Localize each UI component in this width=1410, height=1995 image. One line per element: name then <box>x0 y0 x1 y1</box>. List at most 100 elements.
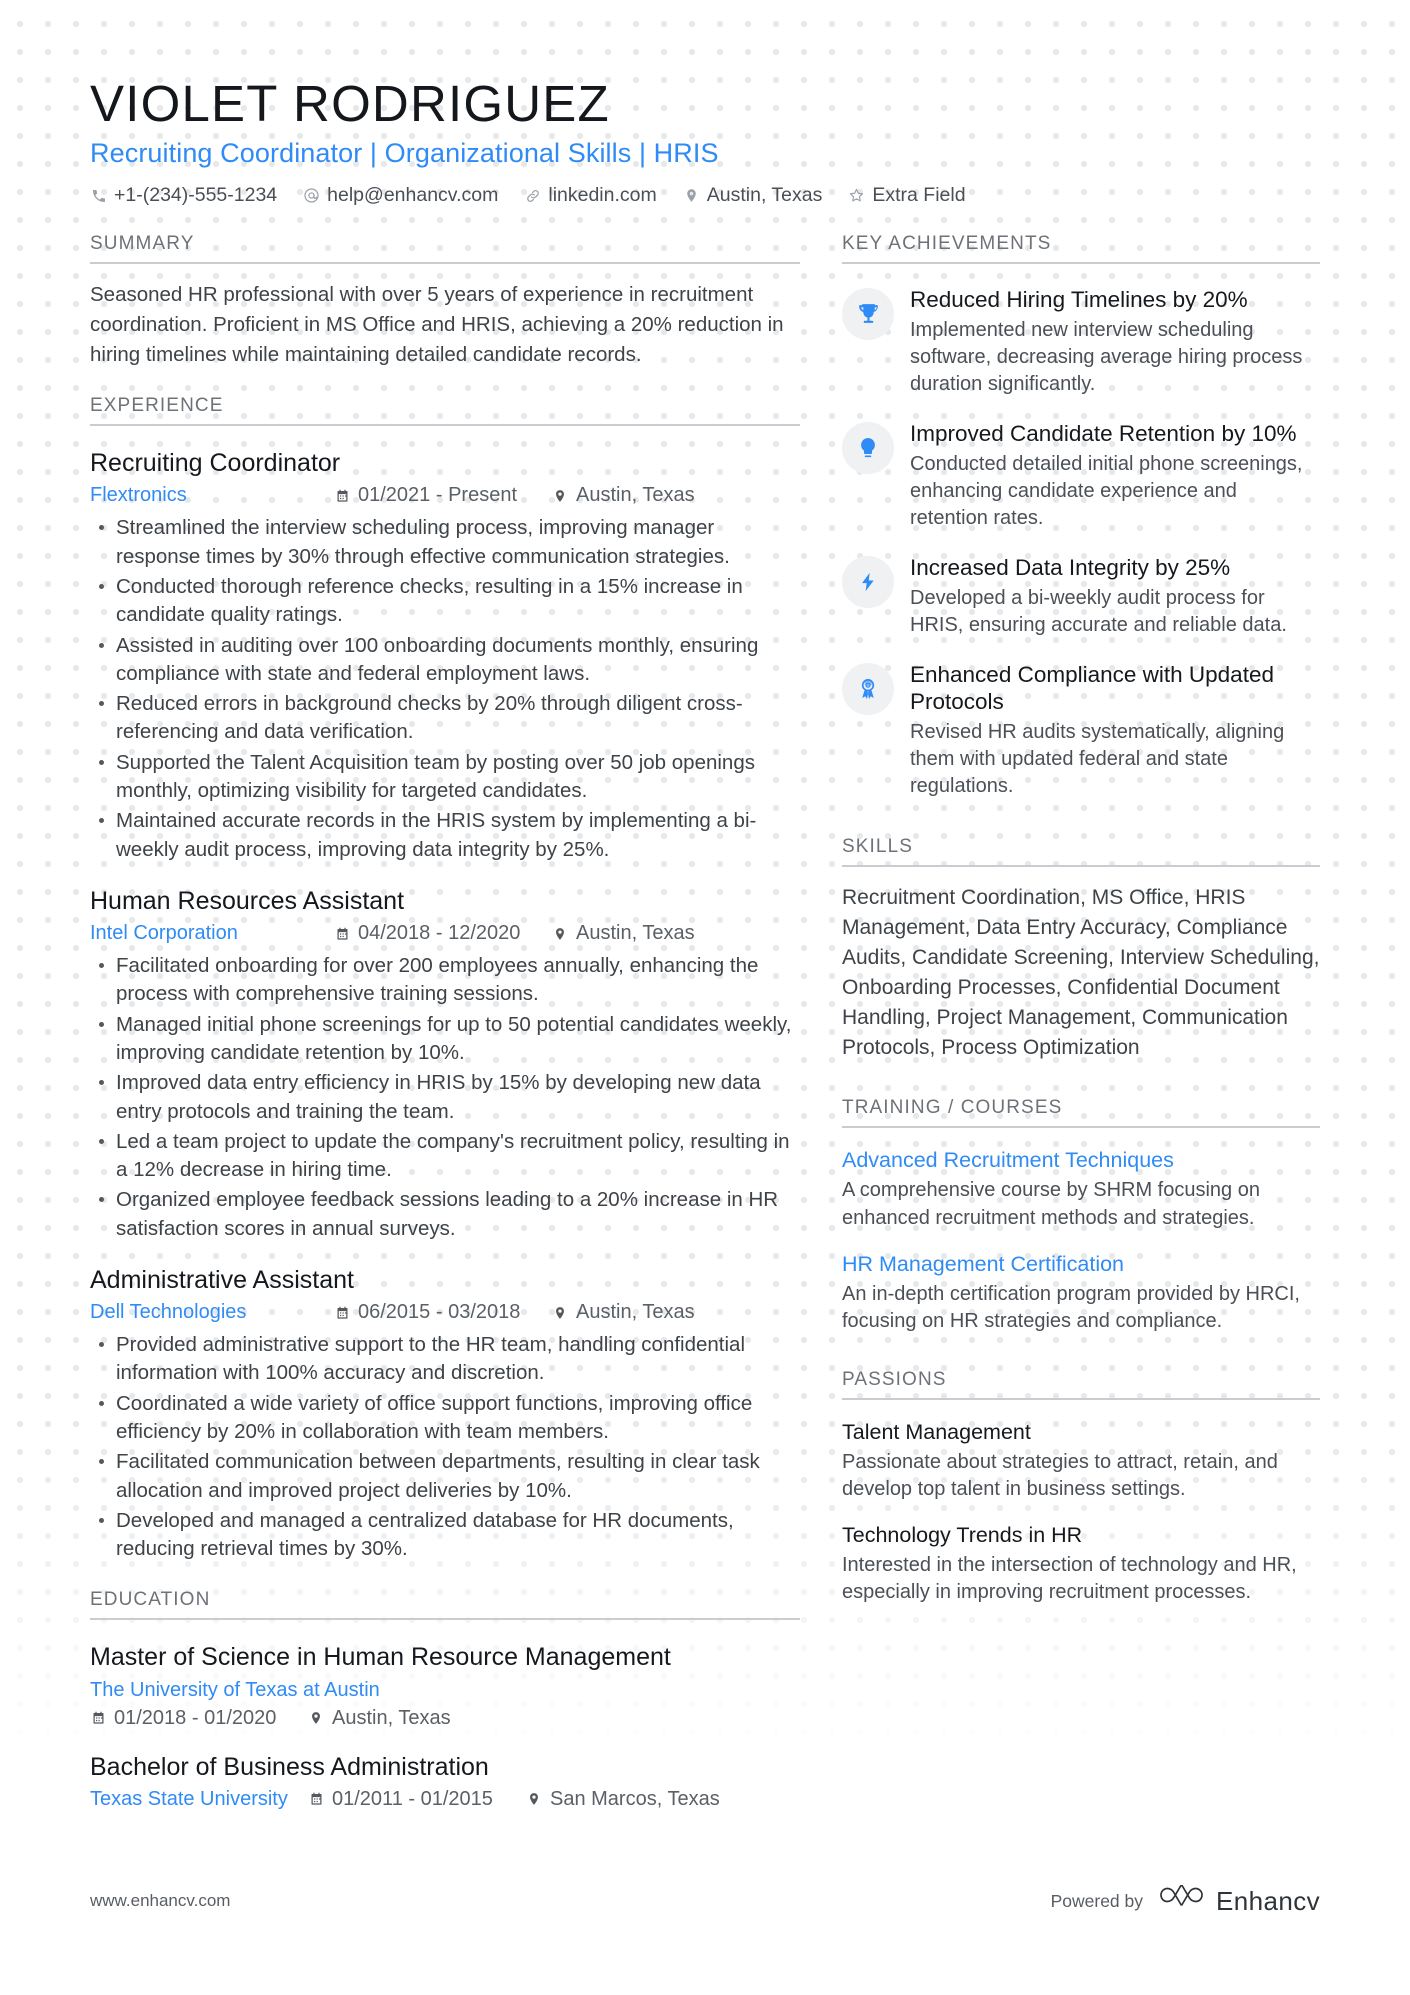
candidate-name: VIOLET RODRIGUEZ <box>90 75 610 132</box>
location-icon <box>552 1304 568 1321</box>
passion-title: Talent Management <box>842 1420 1031 1445</box>
contact-email-text: help@enhancv.com <box>327 184 499 207</box>
bullet-item: Provided administrative support to the H… <box>90 1331 800 1388</box>
email-icon <box>303 187 320 204</box>
contact-location[interactable]: Austin, Texas <box>683 184 823 207</box>
section-education: EDUCATION Master of Science in Human Res… <box>90 1589 800 1811</box>
section-key-achievements: KEY ACHIEVEMENTS Reduced Hiring Timeline… <box>842 233 1320 800</box>
skills-text: Recruitment Coordination, MS Office, HRI… <box>842 886 1320 1060</box>
experience-entry: Recruiting Coordinator Flextronics 01/20… <box>90 448 800 864</box>
contact-location-text: Austin, Texas <box>706 184 823 207</box>
section-skills: SKILLS Recruitment Coordination, MS Offi… <box>842 836 1320 1063</box>
degree-title: Bachelor of Business Administration <box>90 1752 489 1781</box>
job-dates: 04/2018 - 12/2020 <box>334 922 552 945</box>
footer-branding: Powered by Enhancv <box>1050 1884 1320 1917</box>
education-dates: 01/2018 - 01/2020 <box>90 1707 308 1730</box>
summary-text: Seasoned HR professional with over 5 yea… <box>90 283 784 366</box>
passions-section-title: PASSIONS <box>842 1369 947 1391</box>
experience-entry: Human Resources Assistant Intel Corporat… <box>90 886 800 1243</box>
lightbulb-icon <box>842 422 894 475</box>
trophy-icon <box>842 288 894 341</box>
achievement-body: Enhanced Compliance with Updated Protoco… <box>910 661 1320 800</box>
contact-link[interactable]: linkedin.com <box>524 184 657 207</box>
job-location-text: Austin, Texas <box>576 484 695 507</box>
job-bullets: Provided administrative support to the H… <box>90 1331 800 1563</box>
education-entry: Bachelor of Business Administration Texa… <box>90 1752 800 1811</box>
education-location: San Marcos, Texas <box>526 1788 720 1811</box>
training-description: An in-depth certification program provid… <box>842 1282 1300 1332</box>
training-title[interactable]: HR Management Certification <box>842 1251 1320 1279</box>
summary-divider <box>90 262 800 265</box>
achievement-description: Revised HR audits systematically, aligni… <box>910 720 1285 798</box>
company-name[interactable]: Intel Corporation <box>90 922 334 945</box>
contact-phone[interactable]: +1-(234)-555-1234 <box>90 184 277 207</box>
job-location: Austin, Texas <box>552 484 695 507</box>
education-meta: Texas State University 01/2011 - 01/2015 <box>90 1788 800 1811</box>
job-meta: Intel Corporation 04/2018 - 12/2020 Aust… <box>90 922 800 945</box>
job-location: Austin, Texas <box>552 922 695 945</box>
enhancv-brand[interactable]: Enhancv <box>1159 1884 1320 1917</box>
skills-section-title: SKILLS <box>842 836 914 858</box>
bullet-item: Developed and managed a centralized data… <box>90 1507 800 1564</box>
achievements-section-title: KEY ACHIEVEMENTS <box>842 233 1052 255</box>
resume-page: VIOLET RODRIGUEZ Recruiting Coordinator … <box>0 0 1410 1995</box>
job-bullets: Streamlined the interview scheduling pro… <box>90 514 800 863</box>
award-ribbon-icon <box>842 662 894 715</box>
contact-extra-text: Extra Field <box>872 184 966 207</box>
training-item: HR Management Certification An in-depth … <box>842 1251 1320 1335</box>
education-location-text: San Marcos, Texas <box>550 1787 720 1810</box>
page-footer: www.enhancv.com Powered by Enhancv <box>90 1884 1320 1917</box>
job-meta: Dell Technologies 06/2015 - 03/2018 Aust… <box>90 1301 800 1324</box>
education-date-text: 01/2011 - 01/2015 <box>332 1787 493 1810</box>
job-date-text: 04/2018 - 12/2020 <box>358 922 521 945</box>
passions-divider <box>842 1398 1320 1401</box>
training-divider <box>842 1126 1320 1129</box>
location-icon <box>552 487 568 504</box>
contact-extra-field[interactable]: Extra Field <box>848 184 966 207</box>
job-location-text: Austin, Texas <box>576 1301 695 1324</box>
bullet-item: Led a team project to update the company… <box>90 1128 800 1185</box>
training-section-title: TRAINING / COURSES <box>842 1097 1063 1119</box>
job-date-text: 01/2021 - Present <box>358 484 517 507</box>
training-title[interactable]: Advanced Recruitment Techniques <box>842 1147 1320 1175</box>
job-location-text: Austin, Texas <box>576 922 695 945</box>
achievement-description: Conducted detailed initial phone screeni… <box>910 452 1303 529</box>
contact-email[interactable]: help@enhancv.com <box>303 184 498 207</box>
passion-title: Technology Trends in HR <box>842 1523 1083 1548</box>
summary-section-title: SUMMARY <box>90 233 195 255</box>
job-date-text: 06/2015 - 03/2018 <box>358 1301 521 1324</box>
achievement-body: Reduced Hiring Timelines by 20% Implemen… <box>910 286 1320 398</box>
achievement-title: Reduced Hiring Timelines by 20% <box>910 287 1248 313</box>
achievement-body: Improved Candidate Retention by 10% Cond… <box>910 420 1320 532</box>
powered-by-label: Powered by <box>1050 1890 1144 1911</box>
job-bullets: Facilitated onboarding for over 200 empl… <box>90 952 800 1243</box>
education-dates: 01/2011 - 01/2015 <box>308 1788 526 1811</box>
resume-header: VIOLET RODRIGUEZ Recruiting Coordinator … <box>90 0 1320 207</box>
school-name-row: The University of Texas at Austin <box>90 1679 800 1702</box>
job-title: Administrative Assistant <box>90 1265 354 1294</box>
right-column: KEY ACHIEVEMENTS Reduced Hiring Timeline… <box>842 233 1320 1811</box>
achievements-divider <box>842 262 1320 265</box>
skills-divider <box>842 865 1320 868</box>
achievement-description: Developed a bi-weekly audit process for … <box>910 586 1287 636</box>
resume-body: SUMMARY Seasoned HR professional with ov… <box>90 233 1320 1811</box>
education-meta: 01/2018 - 01/2020 Austin, Texas <box>90 1707 800 1730</box>
education-location: Austin, Texas <box>308 1707 451 1730</box>
footer-website-url[interactable]: www.enhancv.com <box>90 1891 230 1911</box>
calendar-icon <box>308 1791 324 1808</box>
achievement-description: Implemented new interview scheduling sof… <box>910 318 1303 395</box>
job-location: Austin, Texas <box>552 1301 695 1324</box>
achievement-item: Reduced Hiring Timelines by 20% Implemen… <box>842 286 1320 398</box>
achievement-title: Improved Candidate Retention by 10% <box>910 421 1297 447</box>
bullet-item: Assisted in auditing over 100 onboarding… <box>90 632 800 689</box>
school-name[interactable]: The University of Texas at Austin <box>90 1679 380 1701</box>
education-divider <box>90 1618 800 1621</box>
school-name[interactable]: Texas State University <box>90 1788 308 1811</box>
company-name[interactable]: Flextronics <box>90 484 334 507</box>
experience-entry: Administrative Assistant Dell Technologi… <box>90 1265 800 1564</box>
left-column: SUMMARY Seasoned HR professional with ov… <box>90 233 800 1811</box>
calendar-icon <box>334 487 350 504</box>
company-name[interactable]: Dell Technologies <box>90 1301 334 1324</box>
calendar-icon <box>90 1710 106 1727</box>
training-description: A comprehensive course by SHRM focusing … <box>842 1179 1260 1229</box>
